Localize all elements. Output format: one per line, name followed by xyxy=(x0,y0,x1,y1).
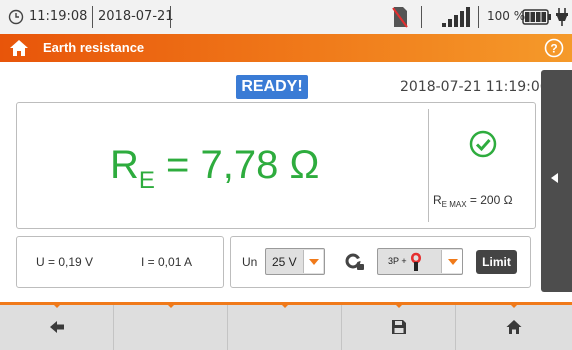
notch-indicator xyxy=(395,304,403,308)
result-symbol: R xyxy=(110,143,139,187)
method-select-toggle[interactable] xyxy=(441,250,462,273)
home-icon[interactable] xyxy=(9,39,29,57)
status-separator xyxy=(92,6,93,28)
clamp-probe-icon xyxy=(410,252,422,271)
re-max-subscript: E MAX xyxy=(441,200,467,209)
result-panel: RE = 7,78 Ω RE MAX = 200 Ω xyxy=(16,102,536,229)
screen-title: Earth resistance xyxy=(43,40,145,55)
method-select-value: 3P + xyxy=(388,256,407,266)
status-separator xyxy=(421,6,422,28)
signal-icon xyxy=(442,7,470,27)
no-memory-card-icon xyxy=(392,7,408,28)
status-time: 11:19:08 xyxy=(29,9,88,24)
re-max-value: = 200 Ω xyxy=(466,193,513,207)
notch-indicator xyxy=(167,304,175,308)
measurement-datetime: 2018-07-21 11:19:06 xyxy=(400,79,549,95)
save-button[interactable] xyxy=(342,304,456,350)
ready-badge: READY! xyxy=(236,75,308,99)
title-bar: Earth resistance ? xyxy=(0,34,572,62)
notch-indicator xyxy=(53,304,61,308)
plug-icon xyxy=(556,8,568,26)
save-icon xyxy=(392,320,406,334)
method-select[interactable]: 3P + xyxy=(377,248,463,275)
voltage-select-value: 25 V xyxy=(272,255,297,269)
un-label: Un xyxy=(242,255,258,269)
bottom-toolbar xyxy=(0,302,572,350)
voltage-select[interactable]: 25 V xyxy=(265,248,325,275)
result-subscript: E xyxy=(138,167,155,194)
toolbar-empty-button[interactable] xyxy=(114,304,228,350)
voltage-reading: U = 0,19 V xyxy=(36,255,94,269)
home-button[interactable] xyxy=(456,304,572,350)
home-icon xyxy=(506,320,522,334)
clock-icon xyxy=(8,9,24,25)
voltage-select-toggle[interactable] xyxy=(303,250,323,273)
settings-box: Un 25 V 3P + Limit xyxy=(230,236,531,288)
result-value-text: = 7,78 Ω xyxy=(154,143,320,187)
battery-icon xyxy=(522,9,551,25)
chevron-left-icon xyxy=(551,173,558,183)
divider xyxy=(428,109,429,222)
chevron-down-icon xyxy=(448,259,458,265)
status-bar: 11:19:08 2018-07-21 100 % xyxy=(0,0,572,34)
measurements-box: U = 0,19 V I = 0,01 A xyxy=(16,236,224,288)
back-arrow-icon xyxy=(50,321,64,333)
svg-text:?: ? xyxy=(550,42,557,56)
back-button[interactable] xyxy=(0,304,114,350)
status-separator xyxy=(478,6,479,28)
result-value: RE = 7,78 Ω xyxy=(110,143,320,194)
check-circle-icon xyxy=(469,130,497,158)
notch-indicator xyxy=(281,304,289,308)
current-reading: I = 0,01 A xyxy=(141,255,193,269)
limit-button[interactable]: Limit xyxy=(476,250,517,274)
chevron-down-icon xyxy=(309,259,319,265)
clamp-icon xyxy=(345,253,365,270)
status-separator xyxy=(170,6,171,28)
toolbar-empty-button[interactable] xyxy=(228,304,342,350)
battery-percent: 100 % xyxy=(487,9,526,23)
re-max-symbol: R xyxy=(433,193,442,207)
help-icon[interactable]: ? xyxy=(544,38,564,58)
side-panel-toggle[interactable] xyxy=(541,70,572,292)
re-max-limit: RE MAX = 200 Ω xyxy=(433,193,513,209)
status-date: 2018-07-21 xyxy=(98,9,174,24)
notch-indicator xyxy=(510,304,518,308)
